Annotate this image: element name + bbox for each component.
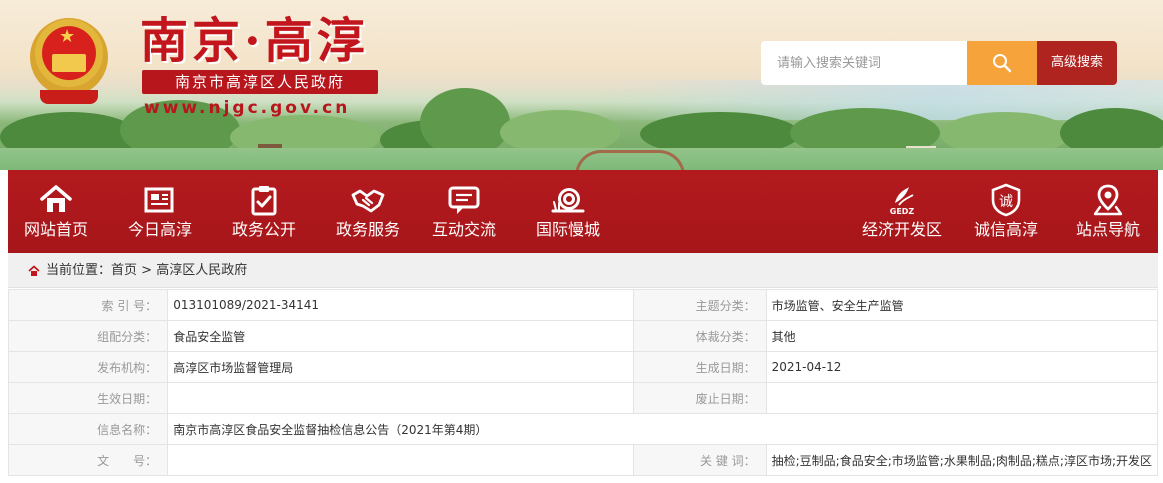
info-name-label: 信息名称： xyxy=(7,413,169,445)
nav-item-label: 政务服务 xyxy=(335,220,400,239)
publisher-value: 高淳区市场监督管理局 xyxy=(167,351,635,383)
search-icon xyxy=(993,54,1012,73)
nav-item-home[interactable]: 网站首页 xyxy=(8,170,104,253)
svg-text:诚: 诚 xyxy=(999,194,1013,210)
breadcrumb-text: 当前位置：首页 > 高淳区人民政府 xyxy=(46,253,247,288)
table-row: 文 号： 关 键 词： 抽检;豆制品;食品安全;市场监管;水果制品;肉制品;糕点… xyxy=(7,444,1159,476)
advanced-search-button[interactable]: 高级搜索 xyxy=(1037,41,1117,85)
table-row: 信息名称： 南京市高淳区食品安全监督抽检信息公告（2021年第4期） xyxy=(7,413,1158,445)
nav-item-label: 经济开发区 xyxy=(861,220,942,239)
handshake-icon xyxy=(351,189,385,213)
nav-item-site-map[interactable]: 站点导航 xyxy=(1060,170,1156,253)
genre-value: 其他 xyxy=(765,320,1159,352)
nav-item-label: 政务公开 xyxy=(231,220,296,239)
index-value: 013101089/2021-34141 xyxy=(167,289,635,321)
publisher-label: 发布机构： xyxy=(7,351,169,383)
breadcrumb: 当前位置：首页 > 高淳区人民政府 xyxy=(8,253,1158,288)
topic-value: 市场监管、安全生产监管 xyxy=(765,289,1159,321)
abolished-date-value xyxy=(765,382,1159,414)
main-nav: 网站首页 今日高淳 政务公开 政务服务 互动交流 国际慢城 GEDZ 经济开发区… xyxy=(8,170,1158,253)
table-row: 生效日期： 废止日期： xyxy=(7,382,1159,414)
category-value: 食品安全监管 xyxy=(167,320,635,352)
breadcrumb-home-link[interactable]: 首页 xyxy=(111,263,137,278)
document-info-table: 索 引 号： 013101089/2021-34141 主题分类： 市场监管、安… xyxy=(7,289,1159,476)
table-row: 索 引 号： 013101089/2021-34141 主题分类： 市场监管、安… xyxy=(7,289,1159,321)
home-icon xyxy=(40,185,72,212)
nav-item-label: 站点导航 xyxy=(1075,220,1140,239)
index-label: 索 引 号： xyxy=(7,289,169,321)
newspaper-icon xyxy=(144,187,174,213)
doc-number-label: 文 号： xyxy=(7,444,169,476)
snail-icon xyxy=(551,188,585,213)
search-button[interactable] xyxy=(967,41,1037,85)
effective-date-value xyxy=(167,382,635,414)
nav-item-integrity[interactable]: 诚 诚信高淳 xyxy=(958,170,1054,253)
nav-item-dev-zone[interactable]: GEDZ 经济开发区 xyxy=(854,170,950,253)
breadcrumb-separator: > xyxy=(141,263,153,278)
doc-number-value xyxy=(167,444,635,476)
national-emblem-icon: ★ xyxy=(30,18,108,106)
created-date-label: 生成日期： xyxy=(633,351,767,383)
nav-item-cittaslow[interactable]: 国际慢城 xyxy=(520,170,616,253)
map-pin-icon xyxy=(1093,184,1123,216)
site-url: www.njgc.gov.cn xyxy=(144,98,351,118)
effective-date-label: 生效日期： xyxy=(7,382,169,414)
gedz-logo-icon: GEDZ xyxy=(890,187,915,216)
nav-item-label: 今日高淳 xyxy=(127,220,192,239)
site-title: 南京·高淳 xyxy=(140,13,369,69)
clipboard-check-icon xyxy=(251,186,277,216)
integrity-badge-icon: 诚 xyxy=(991,183,1021,217)
banner-bridge xyxy=(575,150,685,170)
table-row: 发布机构： 高淳区市场监督管理局 生成日期： 2021-04-12 xyxy=(7,351,1159,383)
svg-text:GEDZ: GEDZ xyxy=(890,207,915,216)
search-bar: 高级搜索 xyxy=(761,41,1117,85)
topic-label: 主题分类： xyxy=(633,289,767,321)
keywords-value: 抽检;豆制品;食品安全;市场监管;水果制品;肉制品;糕点;淳区市场;开发区 xyxy=(765,444,1159,476)
table-row: 组配分类： 食品安全监管 体裁分类： 其他 xyxy=(7,320,1159,352)
search-input[interactable] xyxy=(761,41,967,85)
location-home-icon xyxy=(28,265,40,276)
created-date-value: 2021-04-12 xyxy=(765,351,1159,383)
genre-label: 体裁分类： xyxy=(633,320,767,352)
header-banner: ★ 南京·高淳 南京市高淳区人民政府 www.njgc.gov.cn 高级搜索 xyxy=(0,0,1163,170)
nav-item-interaction[interactable]: 互动交流 xyxy=(416,170,512,253)
nav-item-gov-service[interactable]: 政务服务 xyxy=(320,170,416,253)
nav-item-today[interactable]: 今日高淳 xyxy=(112,170,208,253)
nav-item-label: 国际慢城 xyxy=(535,220,600,239)
site-subtitle: 南京市高淳区人民政府 xyxy=(142,70,378,94)
nav-item-gov-open[interactable]: 政务公开 xyxy=(216,170,312,253)
nav-item-label: 互动交流 xyxy=(431,220,496,239)
abolished-date-label: 废止日期： xyxy=(633,382,767,414)
breadcrumb-prefix: 当前位置： xyxy=(46,263,112,278)
keywords-label: 关 键 词： xyxy=(633,444,767,476)
chat-icon xyxy=(448,186,480,214)
breadcrumb-current-link[interactable]: 高淳区人民政府 xyxy=(156,263,247,278)
info-name-value: 南京市高淳区食品安全监督抽检信息公告（2021年第4期） xyxy=(167,413,1158,445)
nav-item-label: 网站首页 xyxy=(23,220,88,239)
category-label: 组配分类： xyxy=(7,320,169,352)
nav-item-label: 诚信高淳 xyxy=(973,220,1038,239)
